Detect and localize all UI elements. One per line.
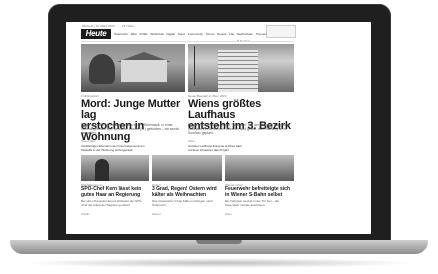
small3-meta: Wien	[225, 212, 232, 216]
lead-photo-house[interactable]	[81, 44, 185, 92]
small1-headline[interactable]: SPÖ-Chef Kern lässt kein gutes Haar an R…	[81, 186, 149, 198]
lead2-teaser: Mit vielen Bordellen und vier "Blöckern"…	[188, 123, 290, 135]
top-bar: Mittwoch, 29. März 2023 15° Wien	[82, 23, 294, 29]
ad-box[interactable]	[266, 25, 296, 38]
laptop-notch	[196, 240, 242, 244]
lead2-bullet-2[interactable]: Anrainer kritisieren das Projekt	[188, 148, 229, 152]
lead2-meta: Wien	[188, 139, 195, 143]
lead1-teaser: Mutter in einem Mehrparteienhaus in der …	[81, 123, 180, 135]
small2-text: Das Osterwetter bringt Kälte und Regen n…	[152, 199, 213, 207]
house-shape	[121, 60, 167, 82]
nav-item[interactable]: Themen	[256, 32, 267, 36]
nav-item[interactable]: Szene	[206, 32, 215, 36]
crane-shape	[194, 46, 195, 86]
small-photo-1[interactable]	[81, 155, 149, 181]
lead1-headline[interactable]: Mord: Junge Mutter lag erstochen in Wohn…	[81, 99, 187, 143]
nav-item[interactable]: Nachrichten	[237, 32, 253, 36]
lead-photo-building[interactable]	[188, 44, 294, 92]
tree-shape	[89, 54, 115, 84]
small-photo-3[interactable]	[225, 155, 294, 181]
nav-item[interactable]: Wirtschaft	[150, 32, 163, 36]
nav-item[interactable]: Life	[229, 32, 234, 36]
nav-item[interactable]: People	[217, 32, 226, 36]
person-shape	[95, 159, 109, 181]
tower-shape	[218, 50, 258, 92]
small2-meta: Wetter	[152, 212, 161, 216]
lead1-bullet-2[interactable]: Tatwaffe in der Wohnung sichergestellt	[81, 148, 132, 152]
nav-item[interactable]: Sport	[178, 32, 185, 36]
small-photo-2[interactable]	[152, 155, 222, 181]
nav-item[interactable]: Community	[188, 32, 203, 36]
laptop-shadow	[22, 258, 416, 268]
small1-meta: Politik	[81, 212, 90, 216]
small3-text: Ein Fahrgast steckte in der Tür fest – d…	[225, 199, 279, 207]
small2-headline[interactable]: 3 Grad, Regen! Ostern wird kälter als We…	[152, 186, 222, 198]
site-logo[interactable]: Heute	[81, 29, 111, 39]
small3-headline[interactable]: Feuerwehr befreiteigte sich in Wiener S-…	[225, 186, 294, 198]
header-divider	[81, 41, 294, 42]
nav-item[interactable]: Österreich	[114, 32, 128, 36]
laptop-screen: Mittwoch, 29. März 2023 15° Wien Heute Ö…	[66, 22, 371, 234]
lead1-headline-line1: Mord: Junge Mutter lag	[81, 98, 181, 121]
nav-item[interactable]: Politik	[139, 32, 147, 36]
small1-text: Bei einer Pressekonferenz kritisierte de…	[81, 199, 143, 207]
lead2-headline-line1: Wiens größtes Laufhaus	[188, 98, 262, 121]
nav-item[interactable]: Digital	[167, 32, 175, 36]
weather-text: 15° Wien	[122, 24, 135, 28]
main-nav: Österreich Welt Politik Wirtschaft Digit…	[114, 32, 269, 36]
news-website: Mittwoch, 29. März 2023 15° Wien Heute Ö…	[66, 22, 297, 234]
nav-item[interactable]: Welt	[131, 32, 137, 36]
lead1-meta: Steiermark	[81, 139, 96, 143]
date-text: Mittwoch, 29. März 2023	[82, 24, 115, 28]
